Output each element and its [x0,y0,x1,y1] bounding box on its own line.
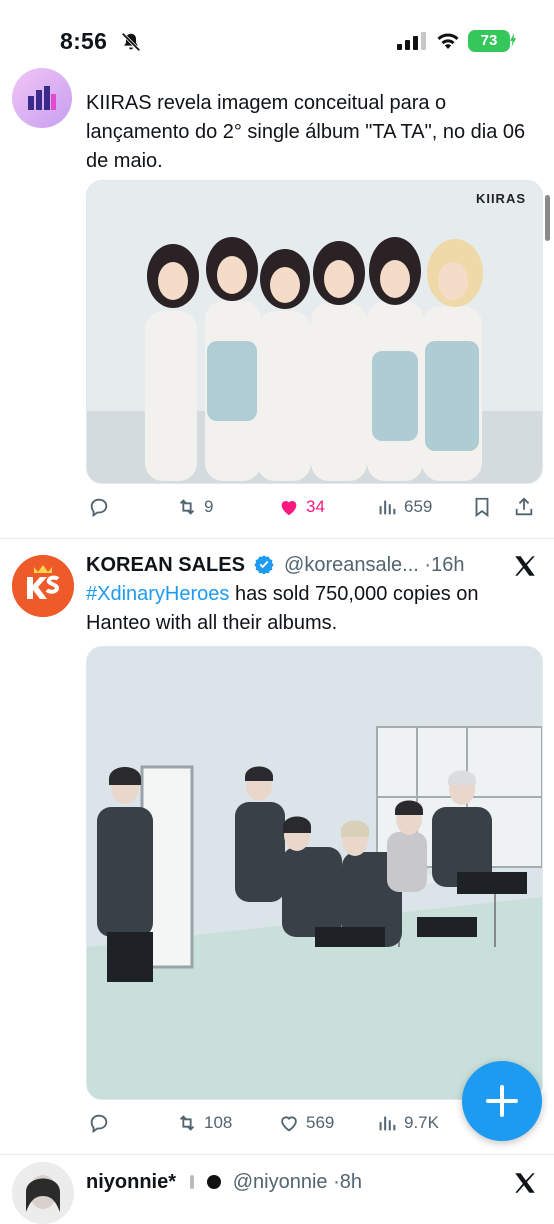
scroll-indicator[interactable] [545,195,550,241]
reply-icon [90,498,108,518]
retweet-count: 108 [204,1113,233,1132]
bookmark-button[interactable] [471,492,499,522]
share-icon [515,497,533,516]
views-chart-icon [379,500,396,515]
tweet-image-group-photo[interactable]: KIIRAS [86,180,543,484]
retweet-icon [179,499,195,515]
tweet-header: KOREAN SALES @koreansale... ·16h [86,554,506,577]
tweet-text: #XdinaryHeroes has sold 750,000 copies o… [86,580,526,638]
share-button[interactable] [513,492,541,522]
views-count: 9.7K [404,1113,439,1132]
divider [0,1154,554,1155]
views-chart-icon [379,1116,396,1131]
tweet-time: ·8h [333,1171,362,1193]
retweet-icon [179,1115,195,1131]
tweet-header: niyonnie* @niyonnie ·8h [86,1171,506,1194]
status-time: 8:56 [60,28,108,54]
band-photo-illustration [87,647,542,1099]
battery-indicator: 73 [468,30,510,52]
retweet-button[interactable]: 108 [176,1108,232,1138]
avatar-portrait-icon [12,1162,74,1224]
avatar[interactable] [12,1162,74,1224]
heart-filled-icon [281,501,297,516]
bookmark-icon [475,497,489,518]
views-count: 659 [404,497,433,516]
heart-outline-icon [281,1116,297,1132]
verified-badge-icon [254,555,275,574]
author-name[interactable]: niyonnie* [86,1171,176,1193]
author-handle[interactable]: @niyonnie [233,1171,328,1193]
avatar[interactable] [12,68,72,128]
tweet-actions: 9 34 659 [86,492,541,522]
views-button[interactable]: 9.7K [376,1108,439,1138]
plus-icon [486,1085,518,1117]
divider [0,538,554,539]
avatar[interactable] [12,555,74,617]
tweet-text: KIIRAS revela imagem conceitual para o l… [86,92,526,172]
reply-button[interactable] [88,492,116,522]
chart-logo-icon [28,86,56,110]
exclamation-emoji-icon [189,1175,194,1189]
hashtag-link[interactable]: #XdinaryHeroes [86,583,229,605]
like-count: 34 [306,497,325,516]
korean-sales-logo-icon [12,555,74,617]
compose-tweet-button[interactable] [462,1061,542,1141]
x-logo-icon[interactable] [512,553,538,579]
tweet-image-band-photo[interactable] [86,646,543,1100]
like-button[interactable]: 569 [278,1108,334,1138]
retweet-button[interactable]: 9 [176,492,213,522]
silent-bell-icon [121,32,141,52]
like-button[interactable]: 34 [278,492,325,522]
like-count: 569 [306,1113,335,1132]
reply-icon [90,1114,108,1134]
charging-icon [510,33,516,47]
tweet-time: ·16h [424,554,465,576]
group-photo-illustration [87,181,542,483]
wifi-icon [437,33,459,49]
retweet-count: 9 [204,497,214,516]
x-logo-icon[interactable] [512,1170,538,1196]
views-button[interactable]: 659 [376,492,432,522]
battery-level: 73 [480,32,498,49]
black-circle-emoji-icon [207,1175,222,1189]
image-watermark-logo: KIIRAS [475,191,526,206]
reply-button[interactable] [88,1108,116,1138]
author-name[interactable]: KOREAN SALES [86,554,245,576]
cellular-signal-icon [397,32,426,50]
author-handle[interactable]: @koreansale... [284,554,419,576]
status-bar: 8:56 73 [0,0,554,84]
